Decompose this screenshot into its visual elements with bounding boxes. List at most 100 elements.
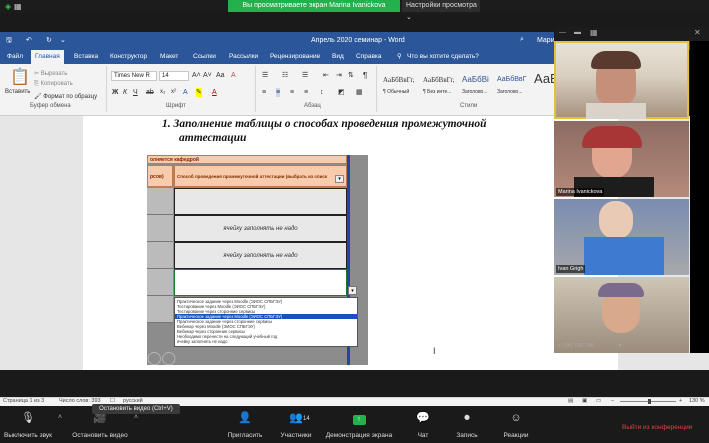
row-side	[147, 242, 173, 269]
page-count[interactable]: Страница 1 из 3	[3, 397, 44, 406]
read-mode-icon[interactable]: ▤	[568, 397, 573, 406]
style-preview: АаБбВвГ	[497, 76, 527, 83]
hide-icon[interactable]: ▬	[574, 29, 581, 36]
participant-video[interactable]	[554, 199, 689, 275]
increase-indent-icon[interactable]: ⇥	[336, 71, 342, 80]
tell-me-search[interactable]: Что вы хотите сделать?	[407, 50, 479, 64]
style-name: ¶ Без инте...	[423, 89, 452, 95]
subscript-button[interactable]: x₂	[160, 88, 165, 97]
filter-dropdown-icon[interactable]: ▾	[335, 175, 344, 183]
shrink-font-icon[interactable]: A˅	[203, 71, 212, 80]
validation-dropdown-list[interactable]: Практическое задание через Moodle (ЭИОС …	[174, 297, 358, 347]
style-name: Заголово...	[497, 89, 523, 95]
format-painter-button[interactable]: 🖌 Формат по образцу	[34, 93, 97, 100]
zoom-slider-thumb[interactable]	[648, 399, 651, 404]
align-right-icon[interactable]: ≡	[290, 88, 294, 97]
font-color-icon[interactable]: A	[212, 88, 217, 97]
underline-button[interactable]: Ч	[133, 88, 138, 97]
shading-icon[interactable]: ◩	[338, 88, 345, 97]
tab-view[interactable]: Вид	[332, 50, 344, 64]
tab-mailings[interactable]: Рассылки	[229, 50, 258, 64]
paste-button[interactable]: Вставить	[5, 89, 30, 95]
superscript-button[interactable]: x²	[171, 88, 176, 97]
table-row[interactable]	[174, 188, 347, 215]
save-icon[interactable]: 🖫	[6, 36, 12, 47]
tab-insert[interactable]: Вставка	[74, 50, 98, 64]
clear-formatting-icon[interactable]: A	[231, 71, 236, 80]
chevron-down-icon[interactable]: ⌄	[617, 340, 623, 348]
tab-references[interactable]: Ссылки	[193, 50, 216, 64]
chat-icon: 💬	[416, 412, 430, 424]
view-options-button[interactable]: Настройки просмотра ⌄	[402, 0, 480, 21]
invite-button[interactable]: 👤 Пригласить	[220, 412, 270, 441]
decrease-indent-icon[interactable]: ⇤	[323, 71, 329, 80]
panel-right-edge	[690, 41, 709, 353]
tab-home[interactable]: Главная	[31, 50, 64, 64]
cut-button[interactable]: ✂ Вырезать	[34, 70, 67, 77]
participants-button[interactable]: 👥 Участники	[272, 412, 320, 441]
multilevel-list-icon[interactable]: ☰	[302, 71, 308, 80]
align-left-icon[interactable]: ≡	[262, 88, 266, 97]
chevron-up-icon[interactable]: ˄	[58, 414, 62, 421]
web-layout-icon[interactable]: ▭	[596, 397, 601, 406]
tab-help[interactable]: Справка	[356, 50, 382, 64]
line-spacing-icon[interactable]: ↕	[320, 88, 324, 97]
grow-font-icon[interactable]: A˄	[192, 71, 201, 80]
zoom-level[interactable]: 130 %	[689, 397, 705, 406]
zoom-out-icon[interactable]: −	[611, 397, 614, 406]
font-size-select[interactable]: 14	[159, 71, 189, 81]
close-icon[interactable]: ✕	[694, 28, 701, 37]
excel-header-col2: Способ проведения промежуточной аттестац…	[174, 165, 347, 187]
copy-button[interactable]: ⎘ Копировать	[34, 81, 73, 88]
minimize-icon[interactable]: —	[559, 29, 566, 36]
change-case-icon[interactable]: Aa	[216, 71, 225, 80]
paste-icon[interactable]: 📋	[10, 70, 30, 86]
document-heading[interactable]: 1. Заполнение таблицы о способах проведе…	[162, 117, 486, 145]
zoom-in-icon[interactable]: +	[679, 397, 682, 406]
tab-design[interactable]: Конструктор	[110, 50, 147, 64]
tab-layout[interactable]: Макет	[160, 50, 178, 64]
table-row[interactable]: ячейку заполнять не надо	[174, 242, 347, 269]
record-button[interactable]: ⏺ Запись	[450, 412, 484, 441]
bold-button[interactable]: Ж	[112, 88, 118, 97]
view-options-label: Настройки просмотра	[406, 2, 477, 9]
dropdown-option[interactable]: ячейку заполнять не надо	[177, 339, 228, 344]
shield-icon[interactable]: ◈	[5, 2, 13, 11]
redo-icon[interactable]: ↻	[46, 36, 52, 44]
chevron-up-icon[interactable]: ˄	[134, 414, 138, 421]
participant-video-active[interactable]	[554, 41, 689, 119]
cell-dropdown-arrow[interactable]: ▾	[348, 286, 357, 295]
numbering-icon[interactable]: ☷	[282, 71, 288, 80]
tab-review[interactable]: Рецензирование	[270, 50, 320, 64]
strikethrough-button[interactable]: ab	[146, 88, 154, 97]
highlight-icon[interactable]: ✎	[196, 88, 202, 97]
italic-button[interactable]: К	[123, 88, 127, 97]
bullets-icon[interactable]: ☰	[262, 71, 268, 80]
participants-label: Участники	[280, 432, 312, 439]
search-icon[interactable]: ⌕	[520, 36, 524, 44]
chat-button[interactable]: 💬 Чат	[408, 412, 438, 441]
justify-icon[interactable]: ≡	[304, 88, 308, 97]
selected-cell[interactable]	[174, 269, 347, 296]
sort-icon[interactable]: ⇅	[348, 71, 354, 80]
stop-video-button[interactable]: 🎥 Остановить видео	[68, 412, 132, 441]
gallery-icon[interactable]: ▦	[590, 28, 598, 37]
undo-icon[interactable]: ↶	[26, 36, 32, 44]
customize-toolbar-icon[interactable]: ⌄	[60, 36, 66, 44]
mute-button[interactable]: 🎙 Выключить звук	[2, 412, 54, 441]
pilcrow-icon[interactable]: ¶	[363, 71, 367, 80]
leave-meeting-button[interactable]: Выйти из конференции	[622, 424, 692, 431]
reactions-button[interactable]: ☺ Реакции	[496, 412, 536, 441]
record-icon: ⏺	[464, 412, 470, 424]
borders-icon[interactable]: ▦	[356, 88, 363, 97]
share-screen-button[interactable]: ↑ Демонстрация экрана	[320, 412, 398, 441]
participant-video[interactable]	[554, 121, 689, 197]
font-name-select[interactable]: Times New R	[111, 71, 157, 81]
microphone-icon: 🎙	[21, 412, 35, 424]
tab-file[interactable]: Файл	[7, 50, 23, 64]
grid-icon[interactable]: ▦	[14, 2, 23, 11]
table-row[interactable]: ячейку заполнять не надо	[174, 215, 347, 242]
align-center-icon[interactable]: ≡	[276, 88, 281, 97]
text-effects-icon[interactable]: A	[183, 88, 188, 97]
print-layout-icon[interactable]: ▣	[582, 397, 587, 406]
